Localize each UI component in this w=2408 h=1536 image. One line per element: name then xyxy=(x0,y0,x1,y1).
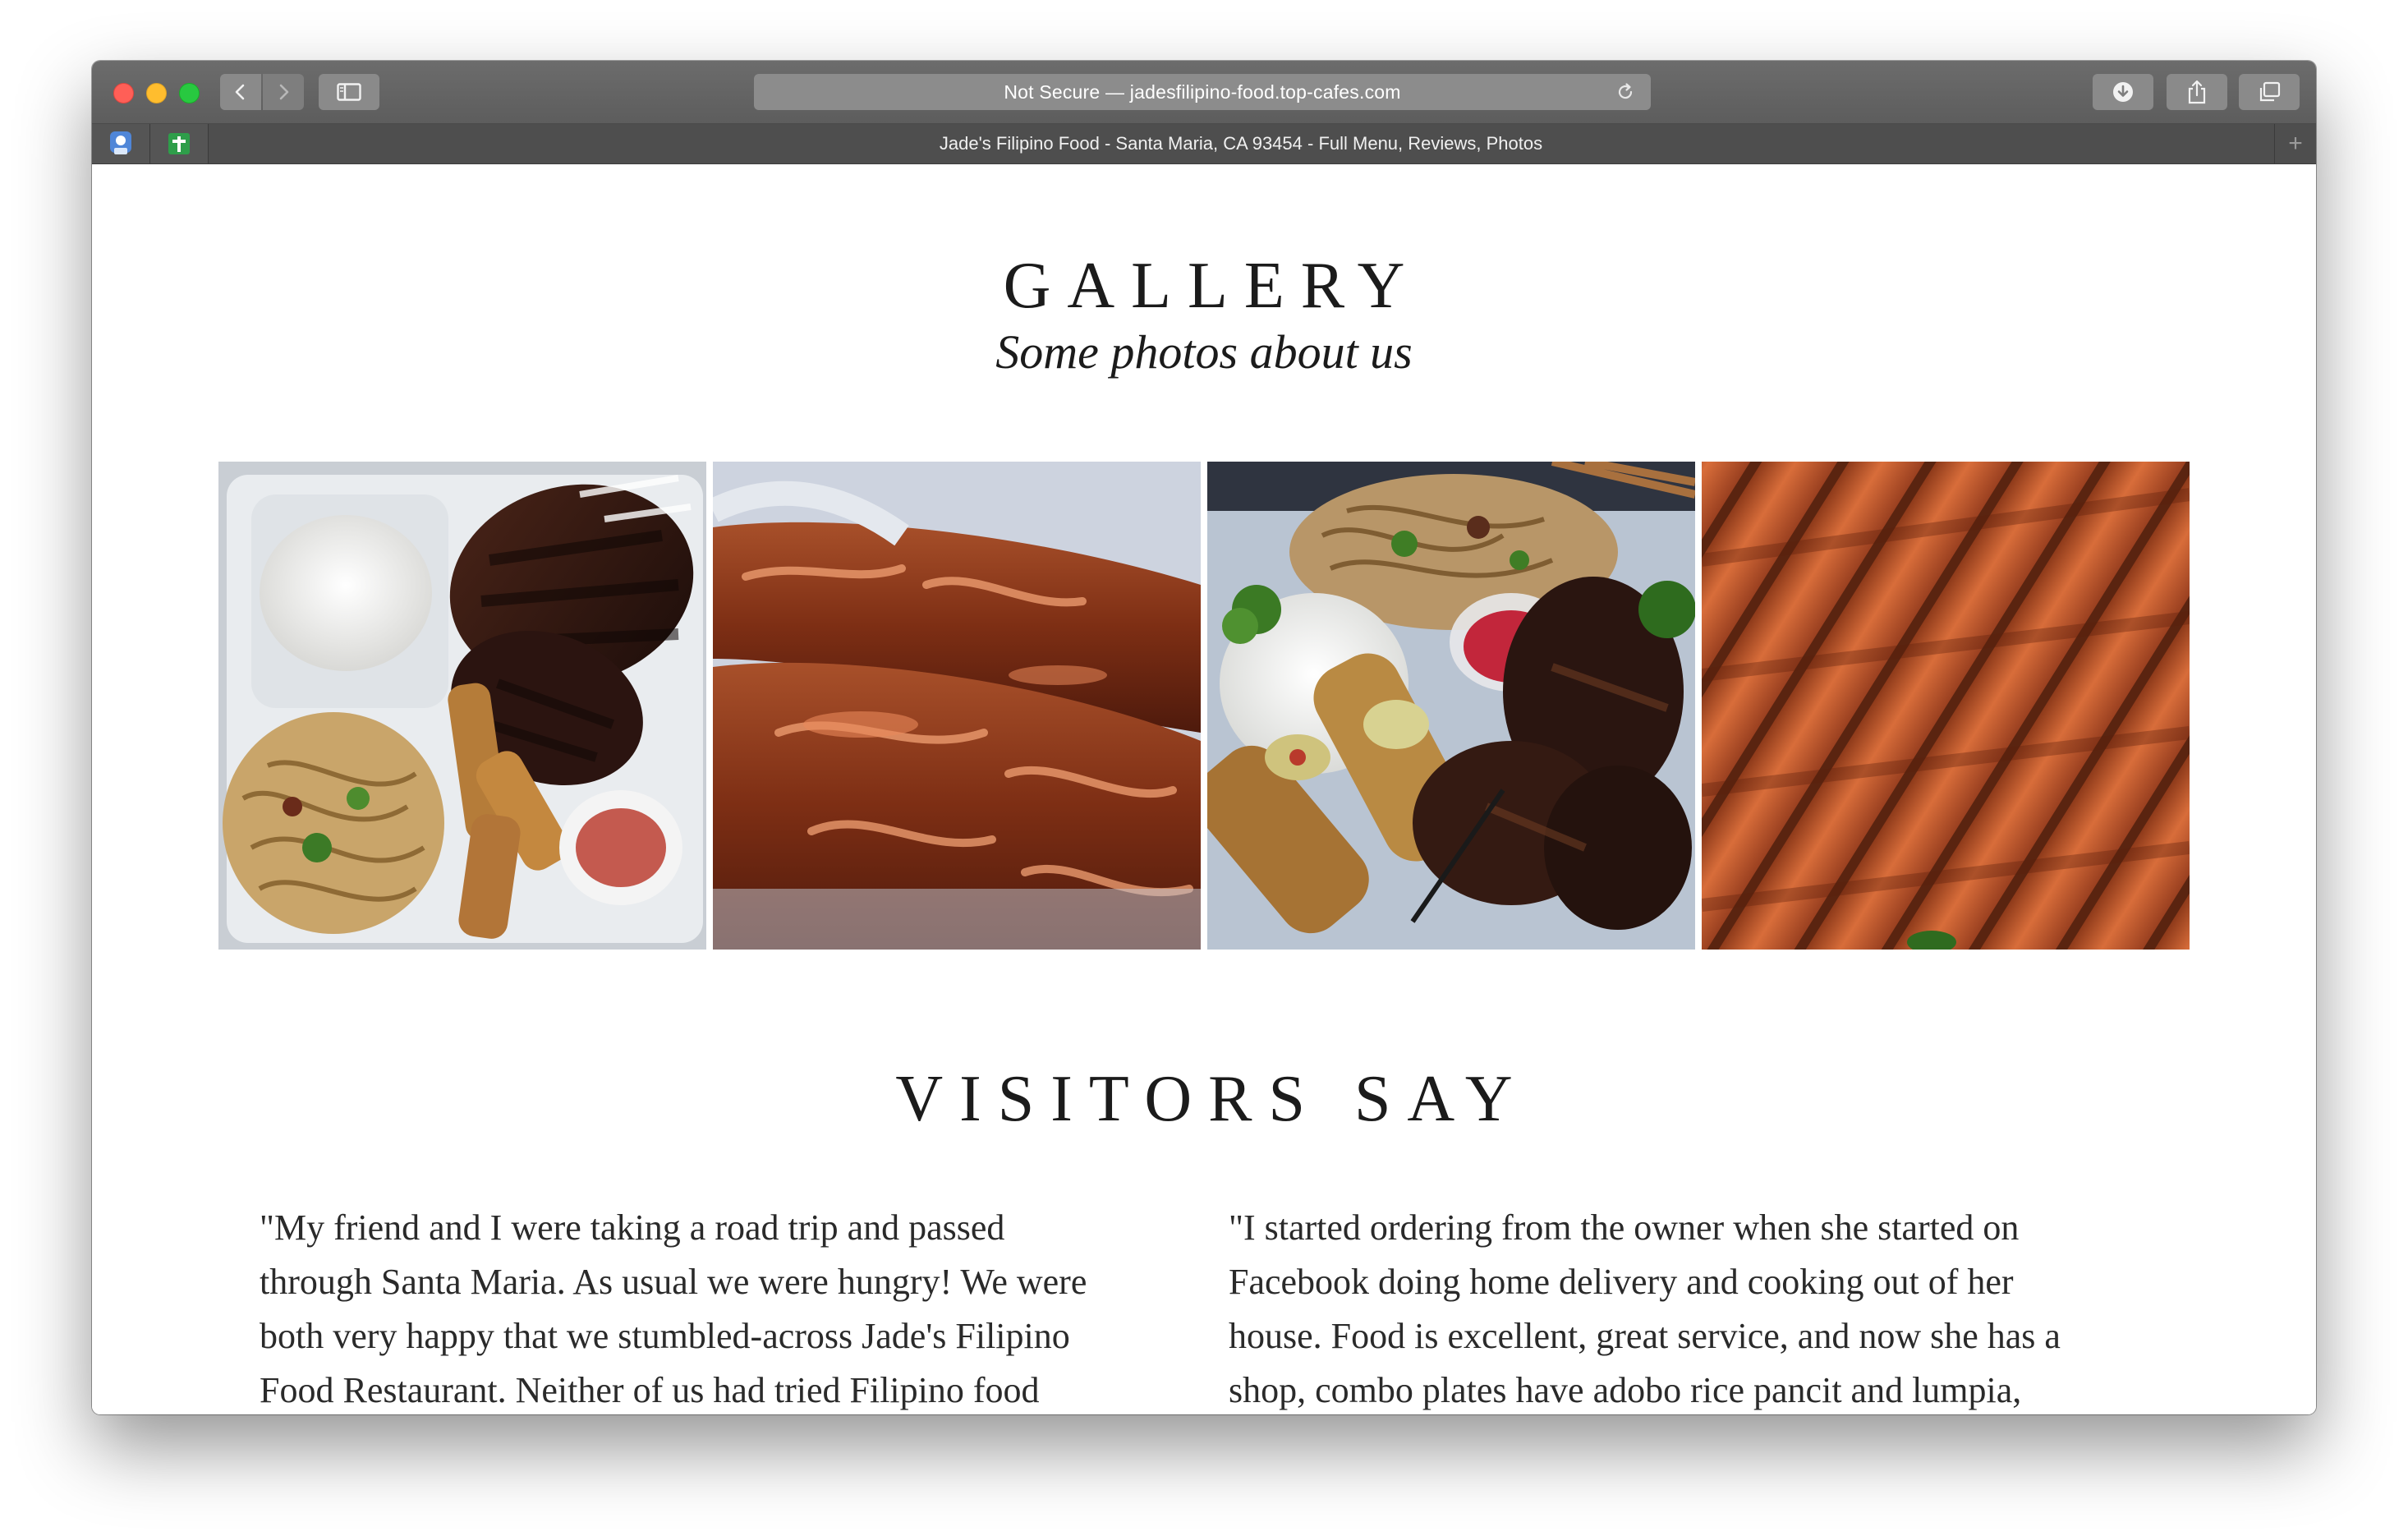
sidebar-toggle-button[interactable] xyxy=(319,74,379,110)
address-bar[interactable]: Not Secure — jadesfilipino-food.top-cafe… xyxy=(754,74,1651,110)
gallery-photo-combo-plate[interactable] xyxy=(1207,462,1695,950)
gallery-photo-bbq-plate[interactable] xyxy=(218,462,706,950)
spreadsheet-icon xyxy=(168,133,190,154)
tab-overview-button[interactable] xyxy=(2239,74,2300,110)
close-window-button[interactable] xyxy=(113,83,134,103)
gallery-grid xyxy=(218,462,2190,950)
address-text: Not Secure — jadesfilipino-food.top-cafe… xyxy=(1004,80,1401,103)
reload-icon[interactable] xyxy=(1615,81,1636,103)
new-tab-button[interactable]: + xyxy=(2274,124,2316,163)
plus-icon: + xyxy=(2288,130,2303,157)
gallery-photo-glazed-rolls[interactable] xyxy=(713,462,1201,950)
download-icon xyxy=(2113,82,2133,102)
review-text-2: "I started ordering from the owner when … xyxy=(1229,1207,2061,1410)
minimize-window-button[interactable] xyxy=(146,83,167,103)
tabs-icon xyxy=(2259,81,2281,102)
pinned-tab-1[interactable] xyxy=(92,124,150,163)
tab-bar: Jade's Filipino Food - Santa Maria, CA 9… xyxy=(92,124,2316,164)
app-icon xyxy=(110,131,131,154)
review-text-1: "My friend and I were taking a road trip… xyxy=(260,1207,1087,1410)
gallery-heading: GALLERY xyxy=(1003,250,1422,322)
chevron-right-icon xyxy=(279,84,289,100)
active-tab[interactable]: Jade's Filipino Food - Santa Maria, CA 9… xyxy=(209,124,2273,163)
share-icon xyxy=(2188,80,2206,104)
browser-window: Not Secure — jadesfilipino-food.top-cafe… xyxy=(92,61,2316,1414)
gallery-photo-lumpia[interactable] xyxy=(1702,462,2190,950)
share-button[interactable] xyxy=(2167,74,2227,110)
tab-title-text: Jade's Filipino Food - Santa Maria, CA 9… xyxy=(939,133,1543,154)
maximize-window-button[interactable] xyxy=(179,83,200,103)
page-content: GALLERY Some photos about us VISITORS SA… xyxy=(92,164,2316,1414)
visitors-heading: VISITORS SAY xyxy=(895,1063,1529,1135)
gallery-subheading: Some photos about us xyxy=(995,325,1413,379)
forward-button[interactable] xyxy=(263,74,304,110)
chevron-left-icon xyxy=(235,84,245,100)
pinned-tab-2[interactable] xyxy=(150,124,209,163)
downloads-button[interactable] xyxy=(2093,74,2153,110)
back-button[interactable] xyxy=(220,74,261,110)
browser-toolbar: Not Secure — jadesfilipino-food.top-cafe… xyxy=(92,61,2316,124)
sidebar-icon xyxy=(337,83,361,101)
